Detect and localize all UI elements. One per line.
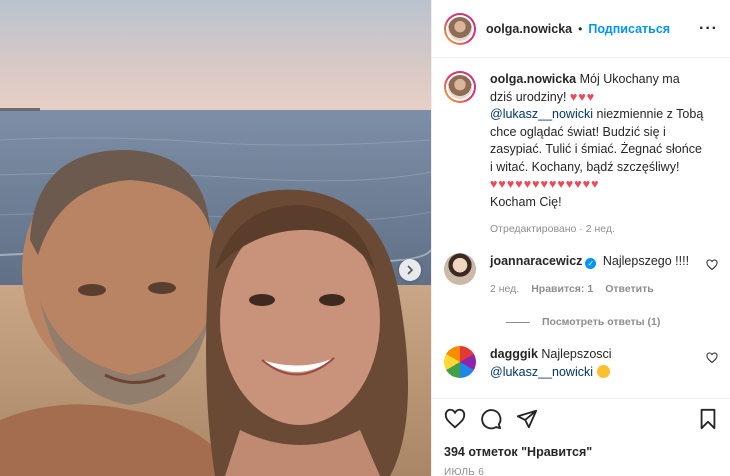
save-button[interactable]	[698, 408, 718, 430]
caption-username[interactable]: oolga.nowicka	[490, 72, 576, 86]
bookmark-icon	[700, 408, 716, 430]
caption: oolga.nowicka Mój Ukochany ma dziś urodz…	[444, 71, 718, 211]
likes-count[interactable]: 394 отметок "Нравится"	[444, 445, 718, 459]
caption-text: oolga.nowicka Mój Ukochany ma dziś urodz…	[490, 71, 705, 211]
comment-username[interactable]: dagggik	[490, 347, 538, 361]
caption-avatar[interactable]	[444, 71, 476, 103]
comment-text: Najlepszego !!!!	[602, 254, 690, 268]
post-date[interactable]: ИЮЛЬ 6	[444, 467, 718, 476]
next-photo-button[interactable]	[399, 259, 421, 281]
heart-emoji-group: ♥♥♥	[569, 89, 596, 104]
comment-item: joannaracewicz ✓ Najlepszego !!!! 2 нед. …	[444, 253, 718, 298]
chevron-right-icon	[407, 265, 414, 275]
comment-item: dagggik Najlepszosci @lukasz__nowicki	[444, 346, 718, 381]
commenter-avatar[interactable]	[444, 253, 476, 285]
view-replies-label: Посмотреть ответы (1)	[542, 316, 661, 328]
caption-meta: Отредактировано · 2 нед.	[490, 223, 615, 235]
post-photo[interactable]	[0, 0, 431, 476]
heart-icon[interactable]	[706, 259, 718, 271]
separator-dot: •	[578, 21, 583, 36]
reply-button[interactable]: Ответить	[605, 281, 654, 299]
face-emoji-icon	[596, 364, 610, 378]
comment-icon	[481, 409, 502, 430]
comment-button[interactable]	[480, 408, 502, 430]
comment-likes[interactable]: Нравится: 1	[531, 281, 593, 299]
post-side-panel: oolga.nowicka • Подписаться ··· oolga.no…	[431, 0, 730, 476]
share-button[interactable]	[516, 408, 538, 430]
post-header: oolga.nowicka • Подписаться ···	[432, 0, 730, 58]
view-replies-button[interactable]: Посмотреть ответы (1)	[506, 316, 718, 328]
heart-icon[interactable]	[706, 352, 718, 364]
caption-mention-link[interactable]: @lukasz__nowicki	[490, 107, 593, 121]
comments-area[interactable]: oolga.nowicka Mój Ukochany ma dziś urodz…	[432, 59, 730, 398]
action-bar	[444, 407, 718, 431]
like-button[interactable]	[444, 408, 466, 430]
heart-emoji-row: ♥♥♥♥♥♥♥♥♥♥♥♥♥	[490, 177, 600, 191]
share-icon	[516, 409, 538, 429]
more-icon[interactable]: ···	[699, 20, 718, 38]
post-footer: 394 отметок "Нравится" ИЮЛЬ 6	[432, 398, 730, 476]
author-username[interactable]: oolga.nowicka	[486, 22, 572, 36]
selfie-image	[0, 0, 431, 476]
comment-text: Najlepszosci	[541, 347, 612, 361]
caption-closing: Kocham Cię!	[490, 194, 562, 209]
follow-button[interactable]: Подписаться	[588, 22, 670, 36]
verified-icon: ✓	[585, 258, 597, 269]
author-avatar[interactable]	[444, 12, 476, 45]
commenter-avatar[interactable]	[444, 346, 476, 378]
comment-age[interactable]: 2 нед.	[490, 281, 519, 299]
comment-username[interactable]: joannaracewicz	[490, 254, 582, 268]
comment-mention-link[interactable]: @lukasz__nowicki	[490, 365, 593, 379]
heart-icon	[444, 408, 466, 429]
